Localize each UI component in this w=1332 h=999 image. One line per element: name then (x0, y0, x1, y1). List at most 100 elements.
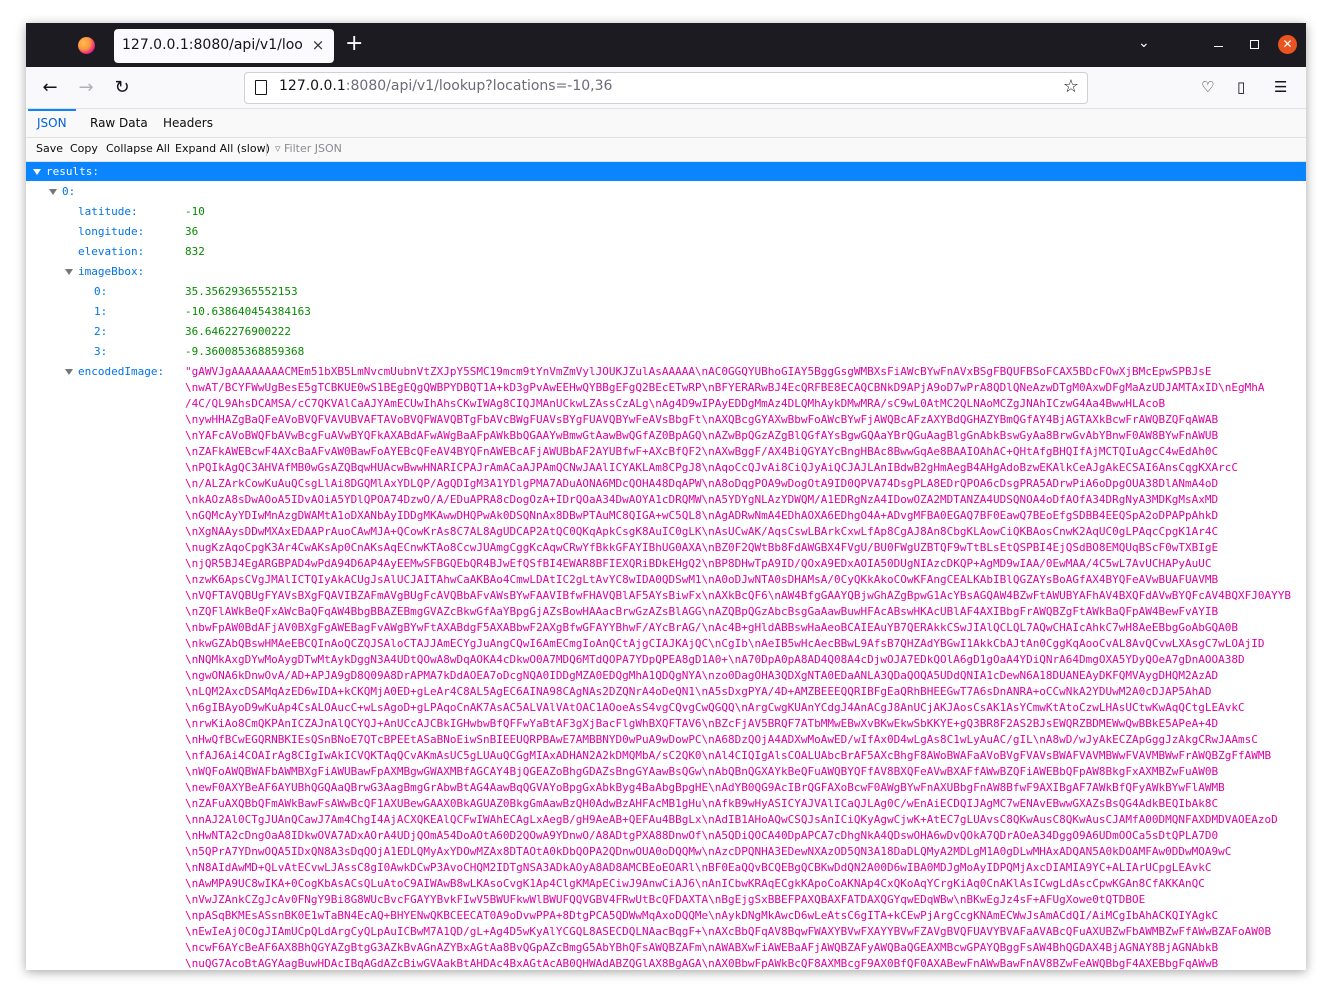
encoded-image-line: \nN8AIdAwMD+QLvAtECvwLJAssC8gI0AwkDCwP3A… (185, 861, 1212, 874)
encoded-image-line: \nzwK6ApsCVgJMAlICTQIyAkACUgJsAlUCJAITAh… (185, 573, 1219, 586)
url-text[interactable]: 127.0.0.1:8080/api/v1/lookup?locations=-… (279, 78, 612, 94)
value-bbox-0: 35.35629365552153 (185, 285, 298, 298)
value-bbox-3: -9.360085368859368 (185, 345, 305, 358)
key-bbox-3: 3: (94, 345, 108, 358)
key-bbox-1: 1: (94, 305, 108, 318)
key-latitude: latitude: (78, 205, 138, 218)
tree-row-results[interactable]: results: (26, 162, 1306, 181)
tree-row-bbox-0[interactable]: 0: 35.35629365552153 (26, 282, 1306, 302)
tree-row-bbox-2[interactable]: 2: 36.6462276900222 (26, 322, 1306, 342)
encoded-image-line: \nXgNAAysDDwMXAxEDAAPrAuoCAwMJA+QCowKrAs… (185, 525, 1219, 538)
key-longitude: longitude: (78, 225, 145, 238)
new-tab-button[interactable]: + (345, 33, 363, 55)
tree-row-elevation[interactable]: elevation: 832 (26, 242, 1306, 262)
encoded-image-line: \npASqBKMEsASsnBK0E1wTaBN4EcAQ+BHYENwQKB… (185, 909, 1219, 922)
tree-row-image-bbox[interactable]: imageBbox: (26, 262, 1306, 282)
encoded-image-line: "gAWVJgAAAAAAAACMEm51bXB5LmNvcmUubnVtZXJ… (185, 365, 1212, 378)
reload-icon[interactable]: ↻ (111, 77, 133, 99)
encoded-image-line: \nkwGZAbQBswHMAeEBCQInAoQCZQJSAloCTAJJAm… (185, 637, 1265, 650)
encoded-image-line: \nrwKiAo8CmQKPAnICZAJnAlQCYQJ+AnUCcAJCBk… (185, 717, 1219, 730)
value-longitude: 36 (185, 225, 199, 238)
bookmark-star-icon[interactable]: ☆ (1063, 76, 1079, 97)
encoded-image-line: \nugKzAqoCpgK3Ar4CwAKsAp0CnAKsAqECnwKTAo… (185, 541, 1219, 554)
tree-row-bbox-3[interactable]: 3: -9.360085368859368 (26, 342, 1306, 362)
key-item-0: 0: (62, 185, 76, 198)
back-arrow-icon[interactable]: ← (39, 77, 61, 99)
expand-toggle-icon[interactable] (49, 189, 57, 195)
key-bbox-2: 2: (94, 325, 108, 338)
encoded-image-line: \newF0AXYBeAF6AYUBhQGQAaQBrwG3AagBmgGrAb… (185, 781, 1225, 794)
encoded-image-line: \nkAOzA8sDwAOoA5IDvAOiA5YDlQPOA74DzwO/A/… (185, 493, 1219, 506)
url-host: 127.0.0.1 (279, 78, 346, 94)
tab-title: 127.0.0.1:8080/api/v1/lookup?locations=-… (122, 37, 302, 53)
encoded-image-line: \nLQM2AxcDSAMqAzED6wIDA+kCKQMjA0ED+gLeAr… (185, 685, 1212, 698)
encoded-image-line: \n5QPrA7YDnwOQA5IDxQN8A3sDqQOjA1EDLQMyAx… (185, 845, 1232, 858)
maximize-window-icon[interactable] (1250, 40, 1259, 49)
json-viewer-tabs: JSON Raw Data Headers (26, 109, 1306, 138)
encoded-image-line: /4C/QL9AhsDCAMSA/cC7QKVAlCaAJYAmECUwIhAh… (185, 397, 1166, 410)
encoded-image-line: \nZAFuAXQBbQFmAWkBawFsAWwBcQF1AXUBewGAAX… (185, 797, 1219, 810)
copy-button[interactable]: Copy (70, 142, 98, 155)
encoded-image-line: \nEwIeAj0COgJIAmUCpQLdArgCyQLpAuICBwM7A1… (185, 925, 1272, 938)
encoded-image-line: \njQR5BJ4EgARGBPAD4wPdA94D6AP4AyEEMwSFBG… (185, 557, 1212, 570)
tree-row-longitude[interactable]: longitude: 36 (26, 222, 1306, 242)
active-tab[interactable]: 127.0.0.1:8080/api/v1/lookup?locations=-… (114, 29, 334, 63)
encoded-image-line: \nGQMcAyYDIwMnAzgDWAMtA1oDXANbAyIDDgMKAw… (185, 509, 1219, 522)
firefox-logo-icon (78, 37, 95, 54)
save-button[interactable]: Save (36, 142, 63, 155)
expand-toggle-icon[interactable] (65, 369, 73, 375)
value-bbox-1: -10.638640454384163 (185, 305, 311, 318)
tree-row-latitude[interactable]: latitude: -10 (26, 202, 1306, 222)
encoded-image-line: \nuQG7AcoBtAGYAagBuwHDAcIBqAGdAZcBiwGVAa… (185, 957, 1219, 970)
tree-row-bbox-1[interactable]: 1: -10.638640454384163 (26, 302, 1306, 322)
close-window-icon[interactable]: ✕ (1278, 35, 1297, 54)
encoded-image-line: \nbwFpAW0BdAFjAV0BXgFgAWEBagFvAWgBYwFtAX… (185, 621, 1238, 634)
encoded-image-line: \nZQFlAWkBeQFxAWcBaQFqAW4BbgBBAZEBmgGVAZ… (185, 605, 1219, 618)
navigation-toolbar: ← → ↻ 127.0.0.1:8080/api/v1/lookup?locat… (26, 67, 1306, 109)
page-icon (255, 80, 267, 95)
key-encoded-image: encodedImage: (78, 365, 165, 378)
browser-window: 127.0.0.1:8080/api/v1/lookup?locations=-… (26, 23, 1306, 970)
tab-json[interactable]: JSON (28, 109, 76, 137)
collapse-all-button[interactable]: Collapse All (106, 142, 170, 155)
encoded-image-line: \ngwONA6kDnwOvA/AD+APJA9gD8Q09A8DrAPMA7k… (185, 669, 1219, 682)
pocket-icon[interactable]: ♡ (1201, 77, 1214, 97)
encoded-image-line: \nwAT/BCYFWwUgBesE5gTCBKUE0wS1BEgEQgQWBP… (185, 381, 1265, 394)
filter-placeholder: Filter JSON (284, 142, 342, 155)
menu-hamburger-icon[interactable]: ☰ (1274, 77, 1287, 97)
encoded-image-line: \nHwQfBCwEGQRNBKIEsQSnBNoE7QTcBPEEtASaBN… (185, 733, 1258, 746)
encoded-image-line: \nVQFTAVQBUgFYAVsBXgFQAVIBZAFmAVgBUgFcAV… (185, 589, 1291, 602)
tab-raw-data[interactable]: Raw Data (81, 109, 157, 137)
encoded-image-line: \nfAJ6Ai4COAIrAg8CIgIwAkICVQKTAqQCvAKmAs… (185, 749, 1272, 762)
expand-toggle-icon[interactable] (33, 169, 41, 175)
extensions-puzzle-icon[interactable]: ▯ (1237, 77, 1245, 97)
encoded-image-line: \nNQMkAxgDYwMoAygDTwMtAykDggN3A4UDtQOwA8… (185, 653, 1245, 666)
tab-bar: 127.0.0.1:8080/api/v1/lookup?locations=-… (26, 23, 1306, 67)
tab-close-icon[interactable]: × (308, 35, 328, 55)
url-path: :8080/api/v1/lookup?locations=-10,36 (345, 78, 613, 94)
encoded-image-line: \nnAJ2Al0CTgJUAnQCawJ7Am4ChgI4AjACXQKEAl… (185, 813, 1278, 826)
tree-row-item-0[interactable]: 0: (26, 182, 1306, 202)
filter-json-input[interactable]: ▿ Filter JSON (275, 142, 342, 155)
value-latitude: -10 (185, 205, 205, 218)
encoded-image-line: \nWQFoAWQBWAFbAWMBXgFiAWUBawFpAXMBgwGWAX… (185, 765, 1219, 778)
address-bar[interactable]: 127.0.0.1:8080/api/v1/lookup?locations=-… (244, 72, 1088, 104)
value-bbox-2: 36.6462276900222 (185, 325, 291, 338)
json-tree: results: 0: latitude: -10 longitude: 36 … (26, 162, 1306, 970)
tab-headers[interactable]: Headers (154, 109, 222, 137)
key-image-bbox: imageBbox: (78, 265, 145, 278)
encoded-image-line: \ncwF6AYcBeAF6AX8BhQGYAZgBtgG3AZkBvAGnAZ… (185, 941, 1219, 954)
encoded-image-line: \n6gIBAyoD9wKuAp4CsALOAucC+wLsAgoD+gLPAq… (185, 701, 1245, 714)
encoded-image-line: \nYAFcAVoBWQFbAVwBcgFuAVwBYQFkAXABdAFwAW… (185, 429, 1219, 442)
encoded-image-line: \nHwNTA2cDngOaA8IDkwOVA7ADxAOrA4UDjQOmA5… (185, 829, 1219, 842)
encoded-image-line: \nAwMPA9UC8wIKA+0CogKbAsACsQLuAtoC9AIWAw… (185, 877, 1205, 890)
expand-all-button[interactable]: Expand All (slow) (175, 142, 270, 155)
encoded-image-line: \nVwJZAnkCZgJcAv0FNgY9Bi8G8WUcBvcFGAYYBv… (185, 893, 1146, 906)
key-results: results: (46, 165, 99, 178)
forward-arrow-icon[interactable]: → (75, 77, 97, 99)
minimize-window-icon[interactable] (1214, 33, 1228, 53)
list-all-tabs-chevron-icon[interactable]: ⌄ (1138, 35, 1150, 51)
encoded-image-line: \nywHHAZgBaQFeAVoBVQFVAVUBVAFTAVoBVQFWAV… (185, 413, 1219, 426)
expand-toggle-icon[interactable] (65, 269, 73, 275)
filter-icon: ▿ (275, 142, 285, 155)
